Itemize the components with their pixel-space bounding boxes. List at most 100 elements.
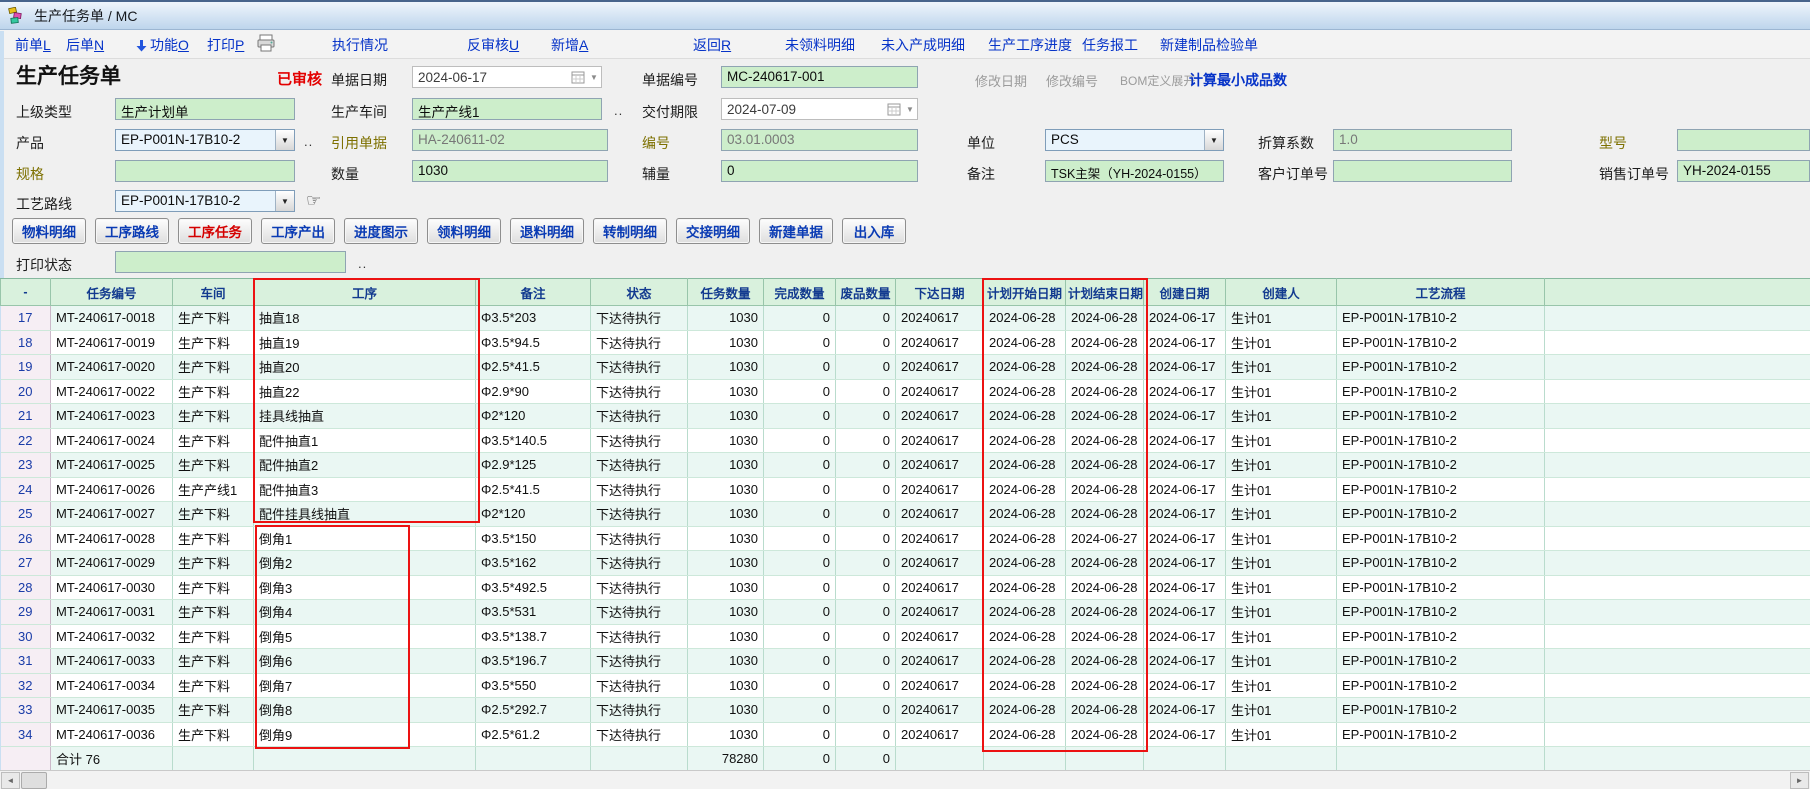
cell[interactable]: 0 bbox=[764, 600, 836, 625]
cell[interactable]: 倒角5 bbox=[254, 624, 476, 649]
cell[interactable]: 0 bbox=[764, 404, 836, 429]
cell[interactable]: 20240617 bbox=[896, 722, 984, 747]
cell[interactable]: EP-P001N-17B10-2 bbox=[1337, 526, 1545, 551]
cell[interactable]: 下达待执行 bbox=[591, 477, 688, 502]
cell[interactable]: Φ3.5*196.7 bbox=[476, 649, 591, 674]
spec-field[interactable] bbox=[115, 160, 295, 182]
cell[interactable]: 2024-06-17 bbox=[1144, 453, 1226, 478]
scrollbar-thumb[interactable] bbox=[21, 772, 47, 789]
cell[interactable]: 29 bbox=[1, 600, 51, 625]
toolbar-return[interactable]: 返回R bbox=[693, 35, 731, 55]
tab-process-output[interactable]: 工序产出 bbox=[261, 218, 335, 244]
column-header-6[interactable]: 任务数量 bbox=[688, 279, 764, 306]
cell[interactable]: 0 bbox=[764, 526, 836, 551]
cell[interactable]: 生产下料 bbox=[173, 428, 254, 453]
cell[interactable]: MT-240617-0030 bbox=[51, 575, 173, 600]
cell[interactable]: 26 bbox=[1, 526, 51, 551]
column-header-0[interactable]: - bbox=[1, 279, 51, 306]
cell[interactable]: 0 bbox=[836, 624, 896, 649]
cell[interactable]: 20240617 bbox=[896, 453, 984, 478]
cell[interactable]: 20240617 bbox=[896, 526, 984, 551]
cell[interactable]: 2024-06-17 bbox=[1144, 404, 1226, 429]
scroll-right-button[interactable]: ► bbox=[1790, 772, 1809, 789]
cell[interactable]: 生产下料 bbox=[173, 649, 254, 674]
cell[interactable]: MT-240617-0022 bbox=[51, 379, 173, 404]
toolbar-prev-bill[interactable]: 前单L bbox=[15, 35, 51, 55]
column-header-4[interactable]: 备注 bbox=[476, 279, 591, 306]
sales-order-field[interactable]: YH-2024-0155 bbox=[1677, 160, 1810, 182]
cell[interactable]: 0 bbox=[836, 379, 896, 404]
cell[interactable]: 0 bbox=[836, 330, 896, 355]
cell[interactable]: MT-240617-0019 bbox=[51, 330, 173, 355]
toolbar-process-progress[interactable]: 生产工序进度 bbox=[988, 35, 1072, 55]
cell[interactable]: 17 bbox=[1, 306, 51, 331]
cell[interactable]: 20240617 bbox=[896, 673, 984, 698]
cell[interactable]: EP-P001N-17B10-2 bbox=[1337, 330, 1545, 355]
cell[interactable]: 配件抽直1 bbox=[254, 428, 476, 453]
cell[interactable]: 倒角6 bbox=[254, 649, 476, 674]
total-cell[interactable]: 0 bbox=[764, 747, 836, 772]
cell[interactable]: 2024-06-17 bbox=[1144, 526, 1226, 551]
cell[interactable]: 生计01 bbox=[1226, 306, 1337, 331]
bill-date-field[interactable]: 2024-06-17 ▼ bbox=[412, 66, 602, 88]
model-field[interactable] bbox=[1677, 129, 1810, 151]
cell[interactable]: MT-240617-0031 bbox=[51, 600, 173, 625]
cell[interactable]: 2024-06-28 bbox=[984, 330, 1066, 355]
cell[interactable]: 倒角8 bbox=[254, 698, 476, 723]
cell[interactable]: 2024-06-28 bbox=[1066, 453, 1144, 478]
cell[interactable]: 抽直18 bbox=[254, 306, 476, 331]
cell[interactable]: 20240617 bbox=[896, 355, 984, 380]
cell[interactable]: 下达待执行 bbox=[591, 379, 688, 404]
tab-transfer-detail[interactable]: 转制明细 bbox=[593, 218, 667, 244]
cell[interactable]: 1030 bbox=[688, 477, 764, 502]
cell[interactable]: 0 bbox=[836, 477, 896, 502]
cell[interactable]: 0 bbox=[764, 502, 836, 527]
cell[interactable]: 1030 bbox=[688, 575, 764, 600]
cell[interactable]: 20240617 bbox=[896, 624, 984, 649]
cell[interactable]: MT-240617-0027 bbox=[51, 502, 173, 527]
cell[interactable]: 2024-06-28 bbox=[1066, 722, 1144, 747]
cell[interactable]: Φ3.5*531 bbox=[476, 600, 591, 625]
cell[interactable]: 下达待执行 bbox=[591, 404, 688, 429]
cell[interactable]: 20 bbox=[1, 379, 51, 404]
dropdown-arrow-icon[interactable]: ▼ bbox=[275, 191, 294, 211]
cell[interactable]: 生产下料 bbox=[173, 698, 254, 723]
cell[interactable]: 2024-06-28 bbox=[984, 624, 1066, 649]
cell[interactable]: 2024-06-28 bbox=[1066, 306, 1144, 331]
cell[interactable]: 2024-06-17 bbox=[1144, 698, 1226, 723]
cell[interactable]: 生产下料 bbox=[173, 722, 254, 747]
total-cell[interactable] bbox=[173, 747, 254, 772]
cell[interactable]: 配件抽直2 bbox=[254, 453, 476, 478]
cell[interactable]: 2024-06-17 bbox=[1144, 306, 1226, 331]
cell[interactable]: MT-240617-0025 bbox=[51, 453, 173, 478]
cell[interactable]: 生计01 bbox=[1226, 575, 1337, 600]
cell[interactable]: 2024-06-28 bbox=[984, 379, 1066, 404]
cell[interactable]: 2024-06-17 bbox=[1144, 673, 1226, 698]
cell[interactable]: 生计01 bbox=[1226, 722, 1337, 747]
cell[interactable]: MT-240617-0026 bbox=[51, 477, 173, 502]
tab-process-route[interactable]: 工序路线 bbox=[95, 218, 169, 244]
toolbar-unaudit[interactable]: 反审核U bbox=[467, 35, 519, 55]
cell[interactable]: 1030 bbox=[688, 379, 764, 404]
cell[interactable]: EP-P001N-17B10-2 bbox=[1337, 649, 1545, 674]
tab-new-bill[interactable]: 新建单据 bbox=[759, 218, 833, 244]
cell[interactable]: MT-240617-0023 bbox=[51, 404, 173, 429]
tab-issue-detail[interactable]: 领料明细 bbox=[427, 218, 501, 244]
cell[interactable]: 0 bbox=[836, 673, 896, 698]
qty-field[interactable]: 1030 bbox=[412, 160, 608, 182]
unit-combo[interactable]: PCS ▼ bbox=[1045, 129, 1224, 151]
cell[interactable]: MT-240617-0028 bbox=[51, 526, 173, 551]
print-status-browse-button[interactable]: .. bbox=[358, 256, 367, 271]
cell[interactable]: 2024-06-28 bbox=[1066, 673, 1144, 698]
cell[interactable]: MT-240617-0032 bbox=[51, 624, 173, 649]
cell[interactable]: 生计01 bbox=[1226, 649, 1337, 674]
cell[interactable]: 生计01 bbox=[1226, 673, 1337, 698]
cell[interactable]: 0 bbox=[764, 698, 836, 723]
total-cell[interactable] bbox=[1337, 747, 1545, 772]
dropdown-arrow-icon[interactable]: ▼ bbox=[275, 130, 294, 150]
deadline-field[interactable]: 2024-07-09 ▼ bbox=[721, 98, 918, 120]
cell[interactable]: 1030 bbox=[688, 428, 764, 453]
cell[interactable]: 倒角2 bbox=[254, 551, 476, 576]
cell[interactable]: EP-P001N-17B10-2 bbox=[1337, 428, 1545, 453]
horizontal-scrollbar[interactable]: ◄ ► bbox=[0, 770, 1810, 789]
